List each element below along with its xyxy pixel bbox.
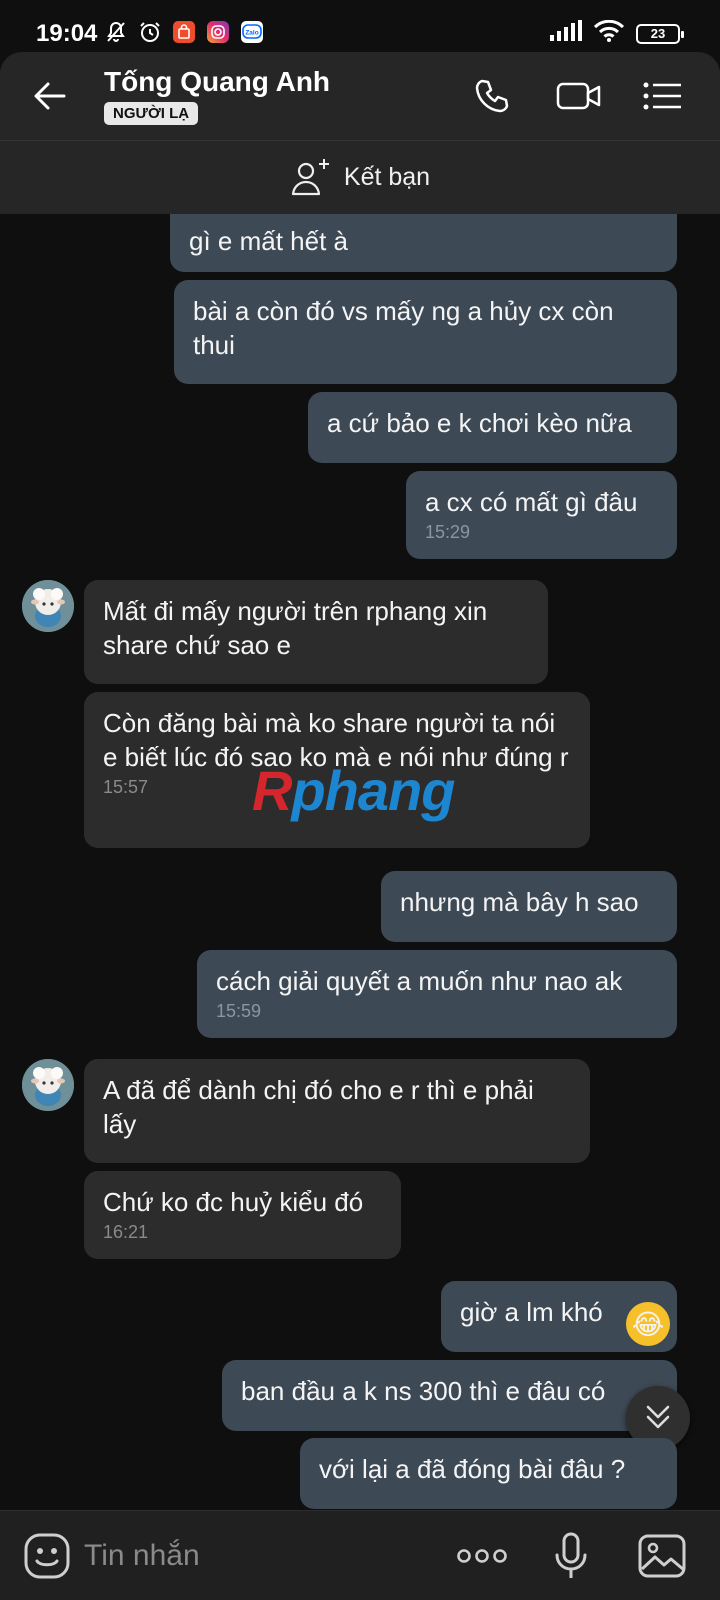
- arrow-left-icon: [34, 82, 66, 110]
- sheep-avatar-icon: [22, 1059, 74, 1111]
- zalo-icon: Zalo: [240, 20, 264, 44]
- message-bubble[interactable]: A đã để dành chị đó cho e r thì e phải l…: [84, 1059, 590, 1163]
- message-bubble[interactable]: ban đầu a k ns 300 thì e đâu có: [222, 1360, 677, 1431]
- more-dots-icon: [457, 1549, 507, 1563]
- svg-text:Zalo: Zalo: [245, 30, 258, 37]
- message-text: Mất đi mấy người trên rphang xin share c…: [103, 596, 488, 660]
- message-text: a cx có mất gì đâu: [425, 487, 638, 517]
- chat-header: Tống Quang Anh NGƯỜI LẠ: [0, 52, 720, 140]
- video-call-button[interactable]: [554, 74, 604, 118]
- wifi-icon: [593, 19, 625, 47]
- notification-icons: Zalo: [104, 20, 264, 44]
- emoji-button[interactable]: [22, 1531, 72, 1581]
- message-text: gì e mất hết à: [189, 226, 348, 256]
- message-bubble[interactable]: nhưng mà bây h sao: [381, 871, 677, 942]
- voice-call-button[interactable]: [470, 74, 514, 118]
- message-text: a cứ bảo e k chơi kèo nữa: [327, 408, 632, 438]
- contact-avatar[interactable]: [22, 580, 74, 632]
- microphone-icon: [555, 1532, 587, 1578]
- back-button[interactable]: [28, 74, 72, 118]
- message-time: 16:21: [103, 1222, 149, 1242]
- contact-name[interactable]: Tống Quang Anh: [104, 66, 330, 98]
- add-person-icon: [291, 158, 329, 195]
- double-chevron-down-icon: [646, 1405, 670, 1429]
- contact-avatar[interactable]: [22, 1059, 74, 1111]
- rphang-watermark: Rphang: [252, 759, 455, 822]
- message-list[interactable]: gì e mất hết à bài a còn đó vs mấy ng a …: [0, 214, 720, 1510]
- message-bubble[interactable]: a cứ bảo e k chơi kèo nữa: [308, 392, 677, 463]
- message-text: ban đầu a k ns 300 thì e đâu có: [241, 1376, 606, 1406]
- message-text: với lại a đã đóng bài đâu ?: [319, 1454, 626, 1484]
- message-bubble[interactable]: cách giải quyết a muốn như nao ak 15:59: [197, 950, 677, 1038]
- message-text: nhưng mà bây h sao: [400, 887, 639, 917]
- message-text: giờ a lm khó: [460, 1297, 603, 1327]
- message-text: cách giải quyết a muốn như nao ak: [216, 966, 623, 996]
- shopee-icon: [172, 20, 196, 44]
- mute-icon: [104, 20, 128, 44]
- phone-icon: [475, 79, 509, 113]
- sheep-avatar-icon: [22, 580, 74, 632]
- image-picker-button[interactable]: [636, 1531, 688, 1581]
- message-bubble[interactable]: bài a còn đó vs mấy ng a hủy cx còn thui: [174, 280, 677, 384]
- add-friend-bar[interactable]: Kết bạn: [0, 140, 720, 214]
- message-input-bar: Tin nhắn: [0, 1510, 720, 1600]
- message-bubble[interactable]: a cx có mất gì đâu 15:29: [406, 471, 677, 559]
- voice-record-button[interactable]: [546, 1531, 596, 1581]
- status-bar: 19:04 Zalo 23: [0, 0, 720, 58]
- message-bubble[interactable]: Mất đi mấy người trên rphang xin share c…: [84, 580, 548, 684]
- signal-icon: [550, 20, 582, 47]
- add-friend-label: Kết bạn: [343, 163, 431, 191]
- list-menu-icon: [643, 82, 681, 110]
- laughing-emoji-reaction[interactable]: 😂: [626, 1302, 670, 1346]
- instagram-icon: [206, 20, 230, 44]
- message-time: 15:59: [216, 1001, 262, 1021]
- message-bubble[interactable]: Chứ ko đc huỷ kiểu đó 16:21: [84, 1171, 401, 1259]
- message-text: A đã để dành chị đó cho e r thì e phải l…: [103, 1075, 534, 1139]
- message-text: bài a còn đó vs mấy ng a hủy cx còn thui: [193, 296, 614, 360]
- stranger-badge: NGƯỜI LẠ: [104, 102, 199, 125]
- alarm-icon: [138, 20, 162, 44]
- message-text: Chứ ko đc huỷ kiểu đó: [103, 1187, 364, 1217]
- system-icons: 23: [550, 19, 684, 47]
- battery-icon: 23: [636, 23, 684, 44]
- message-time: 15:29: [425, 522, 471, 542]
- sticker-emoji-icon: [24, 1533, 70, 1579]
- message-bubble[interactable]: gì e mất hết à: [170, 214, 677, 272]
- message-input[interactable]: Tin nhắn: [84, 1539, 200, 1573]
- menu-button[interactable]: [640, 74, 684, 118]
- status-time: 19:04: [36, 20, 98, 47]
- video-camera-icon: [556, 82, 601, 110]
- message-bubble[interactable]: với lại a đã đóng bài đâu ?: [300, 1438, 677, 1509]
- image-gallery-icon: [638, 1534, 686, 1578]
- more-options-button[interactable]: [456, 1531, 508, 1581]
